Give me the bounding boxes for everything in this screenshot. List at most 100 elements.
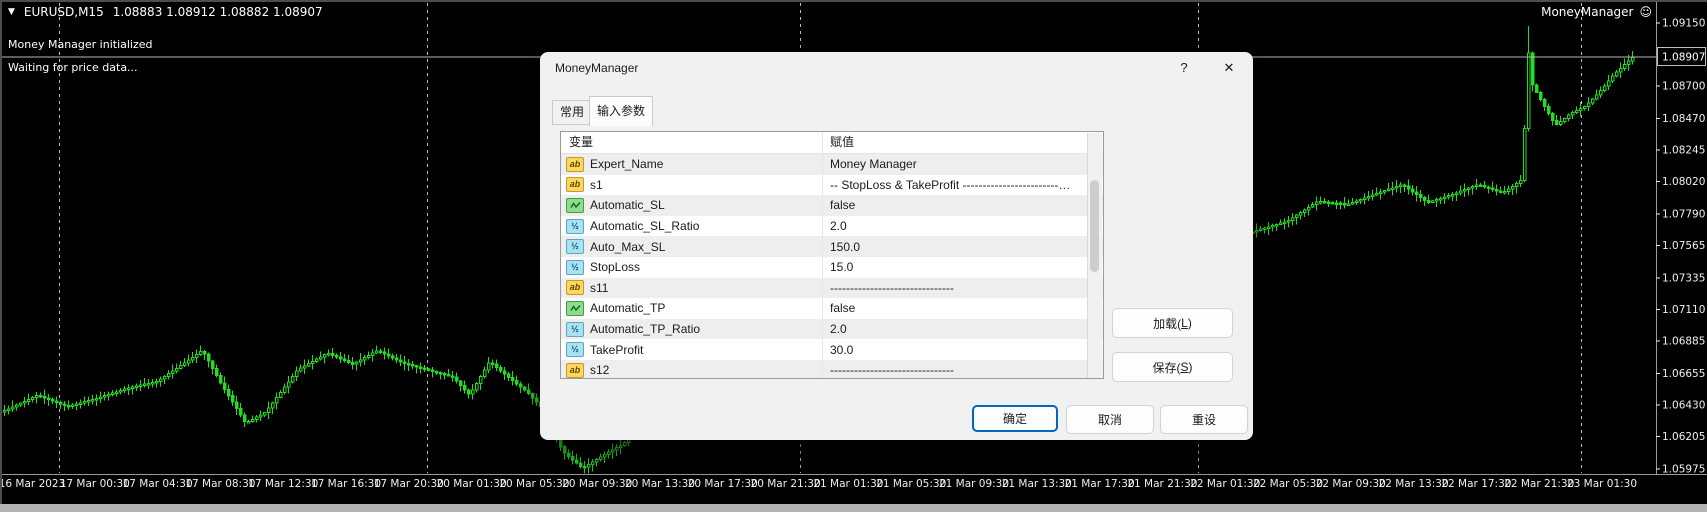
param-type-icon: [566, 300, 584, 316]
param-row-Expert_Name[interactable]: ab Expert_Name Money Manager: [561, 154, 1103, 175]
param-row-s12[interactable]: ab s12 -------------------------------: [561, 359, 1103, 378]
svg-text:17 Mar 08:30: 17 Mar 08:30: [185, 478, 255, 490]
close-icon[interactable]: ✕: [1218, 58, 1240, 78]
param-value-cell[interactable]: 2.0: [823, 319, 1103, 340]
param-value-cell[interactable]: false: [823, 195, 1103, 216]
chart-ohlc-header: ▼ EURUSD,M15 1.08883 1.08912 1.08882 1.0…: [8, 5, 323, 19]
svg-text:1.06885: 1.06885: [1662, 336, 1705, 348]
param-row-TakeProfit[interactable]: ½ TakeProfit 30.0: [561, 339, 1103, 360]
param-value-cell[interactable]: Money Manager: [823, 154, 1103, 175]
parameters-table: 变量 赋值 ab Expert_Name Money Manager ab s1…: [560, 131, 1104, 379]
tab-inputs[interactable]: 输入参数: [589, 96, 654, 126]
param-value-cell[interactable]: 30.0: [823, 339, 1103, 360]
param-type-icon: ab: [566, 362, 584, 378]
svg-text:20 Mar 13:30: 20 Mar 13:30: [625, 478, 695, 490]
svg-text:1.08470: 1.08470: [1662, 113, 1705, 125]
param-type-icon: ab: [566, 156, 584, 172]
svg-text:21 Mar 09:30: 21 Mar 09:30: [939, 478, 1009, 490]
tab-common[interactable]: 常用: [552, 100, 593, 125]
help-button[interactable]: ?: [1174, 58, 1194, 78]
ea-status-label[interactable]: MoneyManager ☺: [1541, 5, 1652, 19]
svg-text:1.07790: 1.07790: [1662, 209, 1705, 221]
param-value-cell[interactable]: 15.0: [823, 257, 1103, 278]
svg-text:1.06430: 1.06430: [1662, 400, 1705, 412]
svg-text:1.08700: 1.08700: [1662, 81, 1705, 93]
param-value: false: [830, 301, 856, 316]
param-name: Auto_Max_SL: [590, 239, 666, 254]
param-value-cell[interactable]: -------------------------------: [823, 360, 1103, 378]
param-value-cell[interactable]: 2.0: [823, 216, 1103, 237]
chart-dropdown-icon[interactable]: ▼: [8, 7, 15, 17]
table-body: ab Expert_Name Money Manager ab s1 -- St…: [561, 154, 1103, 378]
table-scrollbar[interactable]: [1087, 133, 1102, 378]
svg-text:21 Mar 05:30: 21 Mar 05:30: [876, 478, 946, 490]
dialog-title: MoneyManager: [555, 61, 639, 75]
svg-text:17 Mar 16:30: 17 Mar 16:30: [311, 478, 381, 490]
svg-text:17 Mar 20:30: 17 Mar 20:30: [374, 478, 444, 490]
param-value-cell[interactable]: false: [823, 298, 1103, 319]
param-row-Automatic_TP_Ratio[interactable]: ½ Automatic_TP_Ratio 2.0: [561, 318, 1103, 340]
svg-text:21 Mar 17:30: 21 Mar 17:30: [1065, 478, 1135, 490]
svg-text:1.06205: 1.06205: [1662, 431, 1705, 443]
ea-name-label: MoneyManager: [1541, 5, 1634, 19]
scrollbar-thumb[interactable]: [1090, 180, 1099, 272]
param-value: -- StopLoss & TakeProfit ---------------…: [830, 177, 1072, 192]
price-axis-labels: 1.09150 1.08700 1.08470 1.08245 1.08020 1.077…: [1656, 18, 1705, 475]
param-row-s11[interactable]: ab s11 -------------------------------: [561, 277, 1103, 299]
load-button[interactable]: 加载(L): [1112, 308, 1233, 338]
svg-text:23 Mar 01:30: 23 Mar 01:30: [1567, 478, 1637, 490]
param-name: Expert_Name: [590, 157, 664, 172]
window-bottom-strip: [0, 504, 1707, 512]
param-name: TakeProfit: [590, 342, 644, 357]
svg-text:22 Mar 17:30: 22 Mar 17:30: [1441, 478, 1511, 490]
param-row-Auto_Max_SL[interactable]: ½ Auto_Max_SL 150.0: [561, 236, 1103, 257]
reset-button[interactable]: 重设: [1160, 405, 1248, 434]
save-button[interactable]: 保存(S): [1112, 352, 1233, 382]
param-type-icon: ab: [566, 280, 584, 296]
svg-text:22 Mar 09:30: 22 Mar 09:30: [1316, 478, 1386, 490]
svg-text:20 Mar 09:30: 20 Mar 09:30: [562, 478, 632, 490]
dialog-titlebar[interactable]: MoneyManager ? ✕: [540, 52, 1253, 84]
param-row-s1[interactable]: ab s1 -- StopLoss & TakeProfit ---------…: [561, 174, 1103, 196]
param-value-cell[interactable]: -- StopLoss & TakeProfit ---------------…: [823, 175, 1103, 196]
svg-text:22 Mar 21:30: 22 Mar 21:30: [1504, 478, 1574, 490]
svg-text:20 Mar 21:30: 20 Mar 21:30: [751, 478, 821, 490]
svg-text:20 Mar 01:30: 20 Mar 01:30: [437, 478, 507, 490]
param-row-StopLoss[interactable]: ½ StopLoss 15.0: [561, 256, 1103, 278]
param-value-cell[interactable]: 150.0: [823, 236, 1103, 257]
param-value: false: [830, 198, 856, 213]
param-type-icon: ½: [566, 218, 584, 234]
window-border-top: [0, 0, 1707, 2]
param-name: Automatic_SL_Ratio: [590, 219, 700, 234]
variable-column-header: 变量: [561, 132, 823, 153]
ea-properties-dialog: MoneyManager ? ✕ 常用 输入参数 变量 赋值 ab Expert…: [540, 52, 1253, 440]
param-type-icon: ab: [566, 177, 584, 193]
svg-text:16 Mar 2023: 16 Mar 2023: [0, 478, 65, 490]
param-type-icon: ½: [566, 259, 584, 275]
mt5-window: 1.09150 1.08700 1.08470 1.08245 1.08020 1.077…: [0, 0, 1707, 512]
param-type-icon: [566, 197, 584, 213]
param-name: StopLoss: [590, 260, 641, 275]
svg-text:1.07565: 1.07565: [1662, 240, 1705, 252]
param-row-Automatic_TP[interactable]: Automatic_TP false: [561, 298, 1103, 319]
journal-line-waiting: Waiting for price data...: [8, 61, 138, 74]
param-value: 30.0: [830, 342, 854, 357]
journal-line-initialized: Money Manager initialized: [8, 38, 153, 51]
cancel-button[interactable]: 取消: [1066, 405, 1154, 434]
param-name: s1: [590, 177, 603, 192]
svg-text:21 Mar 01:30: 21 Mar 01:30: [813, 478, 883, 490]
param-row-Automatic_SL_Ratio[interactable]: ½ Automatic_SL_Ratio 2.0: [561, 215, 1103, 237]
svg-text:1.05975: 1.05975: [1662, 463, 1705, 475]
svg-text:22 Mar 13:30: 22 Mar 13:30: [1379, 478, 1449, 490]
param-value: 150.0: [830, 239, 861, 254]
ok-button[interactable]: 确定: [972, 405, 1058, 432]
param-name: s12: [590, 363, 610, 378]
param-name: Automatic_TP: [590, 301, 666, 316]
window-border-left: [0, 0, 2, 512]
svg-text:20 Mar 05:30: 20 Mar 05:30: [499, 478, 569, 490]
svg-text:17 Mar 12:30: 17 Mar 12:30: [248, 478, 318, 490]
param-value-cell[interactable]: -------------------------------: [823, 278, 1103, 299]
param-row-Automatic_SL[interactable]: Automatic_SL false: [561, 195, 1103, 216]
ea-smiley-icon: ☺: [1639, 5, 1652, 19]
svg-text:21 Mar 13:30: 21 Mar 13:30: [1002, 478, 1072, 490]
